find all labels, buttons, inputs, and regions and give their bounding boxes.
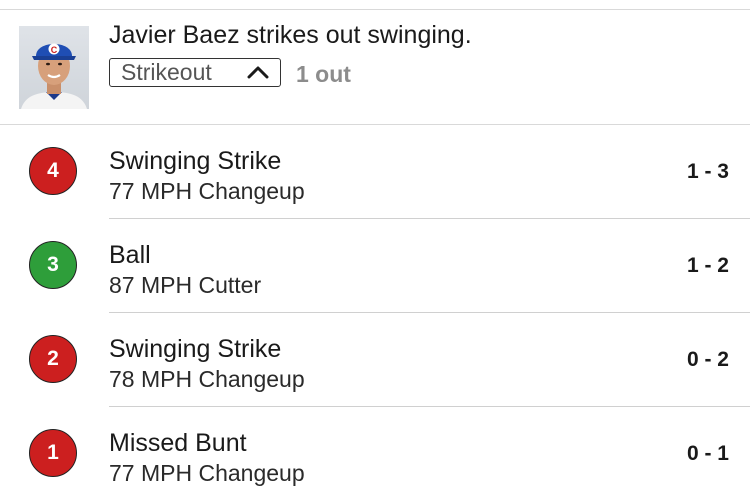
play-summary: C Javier Baez strikes out swinging. Stri… [0,10,750,124]
chevron-up-icon [247,66,269,79]
pitch-number-badge: 2 [29,335,77,383]
pitch-result: Swinging Strike [109,335,282,363]
pitch-number-badge: 3 [29,241,77,289]
pitch-count: 0 - 2 [686,348,729,371]
pitch-number-badge: 4 [29,147,77,195]
pitch-count: 1 - 3 [686,160,729,183]
outs-count: 1 out [296,61,351,87]
pitch-number-badge: 1 [29,429,77,477]
pitch-result: Missed Bunt [109,429,247,457]
avatar: C [19,26,89,109]
pitch-result: Swinging Strike [109,147,282,175]
play-description: Javier Baez strikes out swinging. [109,21,472,49]
strikeout-toggle-button[interactable]: Strikeout [109,58,281,87]
pitch-row: 3 Ball 87 MPH Cutter 1 - 2 [0,219,750,313]
player-headshot-icon: C [21,43,87,109]
pitch-row: 2 Swinging Strike 78 MPH Changeup 0 - 2 [0,313,750,407]
pitch-row: 4 Swinging Strike 77 MPH Changeup 1 - 3 [0,125,750,219]
result-label: Strikeout [121,59,212,85]
pitch-detail: 77 MPH Changeup [109,460,305,486]
pitch-detail: 78 MPH Changeup [109,366,305,392]
pitch-detail: 77 MPH Changeup [109,178,305,204]
pitch-result: Ball [109,241,151,269]
svg-text:C: C [51,45,58,55]
pitch-count: 0 - 1 [686,442,729,465]
pitch-row: 1 Missed Bunt 77 MPH Changeup 0 - 1 [0,407,750,501]
pitch-count: 1 - 2 [686,254,729,277]
pitch-detail: 87 MPH Cutter [109,272,262,298]
